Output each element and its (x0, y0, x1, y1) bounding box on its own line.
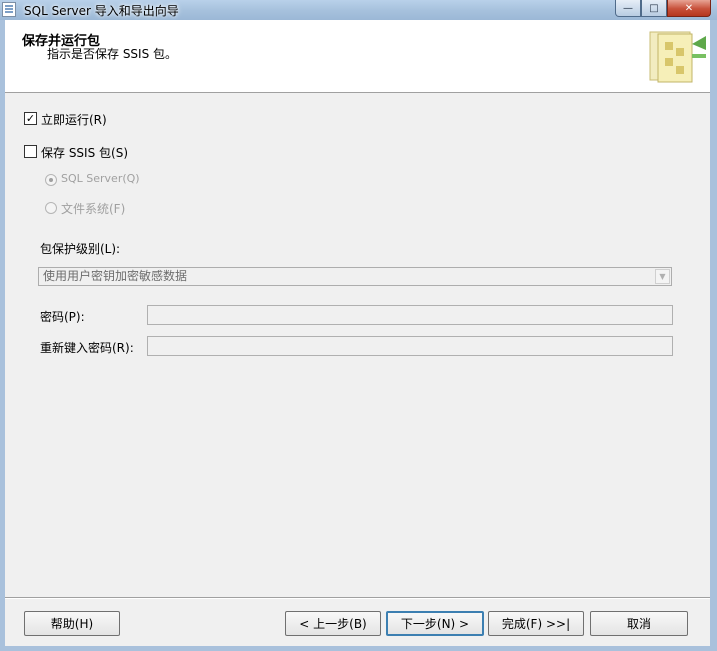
chevron-down-icon[interactable]: ▼ (655, 269, 670, 284)
help-button[interactable]: 帮助(H) (24, 611, 120, 636)
protection-level-select[interactable]: 使用用户密钥加密敏感数据 ▼ (38, 267, 672, 286)
password-field[interactable] (147, 305, 673, 325)
minimize-button[interactable]: — (615, 0, 641, 17)
footer-divider (5, 597, 710, 598)
cancel-button[interactable]: 取消 (590, 611, 688, 636)
retype-password-label: 重新键入密码(R): (40, 341, 134, 355)
run-now-checkbox[interactable]: ✓ (24, 112, 37, 125)
checkmark-icon: ✓ (25, 112, 36, 125)
sql-server-label: SQL Server(Q) (61, 172, 140, 185)
file-system-label: 文件系统(F) (61, 202, 126, 216)
sql-server-radio[interactable] (45, 174, 57, 186)
next-button[interactable]: 下一步(N) > (386, 611, 484, 636)
title-bar[interactable]: SQL Server 导入和导出向导 — □ ✕ (0, 0, 717, 20)
password-label: 密码(P): (40, 310, 85, 324)
file-system-radio[interactable] (45, 202, 57, 214)
wizard-package-icon (649, 31, 706, 83)
back-button[interactable]: < 上一步(B) (285, 611, 381, 636)
protection-level-label: 包保护级别(L): (40, 242, 121, 256)
protection-level-value: 使用用户密钥加密敏感数据 (43, 269, 188, 283)
finish-button[interactable]: 完成(F) >>| (488, 611, 584, 636)
run-now-label[interactable]: 立即运行(R) (41, 111, 107, 128)
wizard-content: ✓ 立即运行(R) 保存 SSIS 包(S) SQL Server(Q) 文件系… (5, 93, 710, 595)
page-subtitle: 指示是否保存 SSIS 包。 (47, 47, 178, 61)
window-title: SQL Server 导入和导出向导 (24, 4, 179, 18)
close-button[interactable]: ✕ (667, 0, 711, 17)
wizard-window: SQL Server 导入和导出向导 — □ ✕ 保存并运行包 指示是否保存 S… (0, 0, 717, 651)
save-ssis-label[interactable]: 保存 SSIS 包(S) (41, 144, 128, 161)
window-controls: — □ ✕ (615, 0, 711, 17)
save-ssis-checkbox[interactable] (24, 145, 37, 158)
retype-password-field[interactable] (147, 336, 673, 356)
maximize-button[interactable]: □ (641, 0, 667, 17)
wizard-header: 保存并运行包 指示是否保存 SSIS 包。 (5, 20, 710, 93)
app-icon (2, 2, 16, 17)
